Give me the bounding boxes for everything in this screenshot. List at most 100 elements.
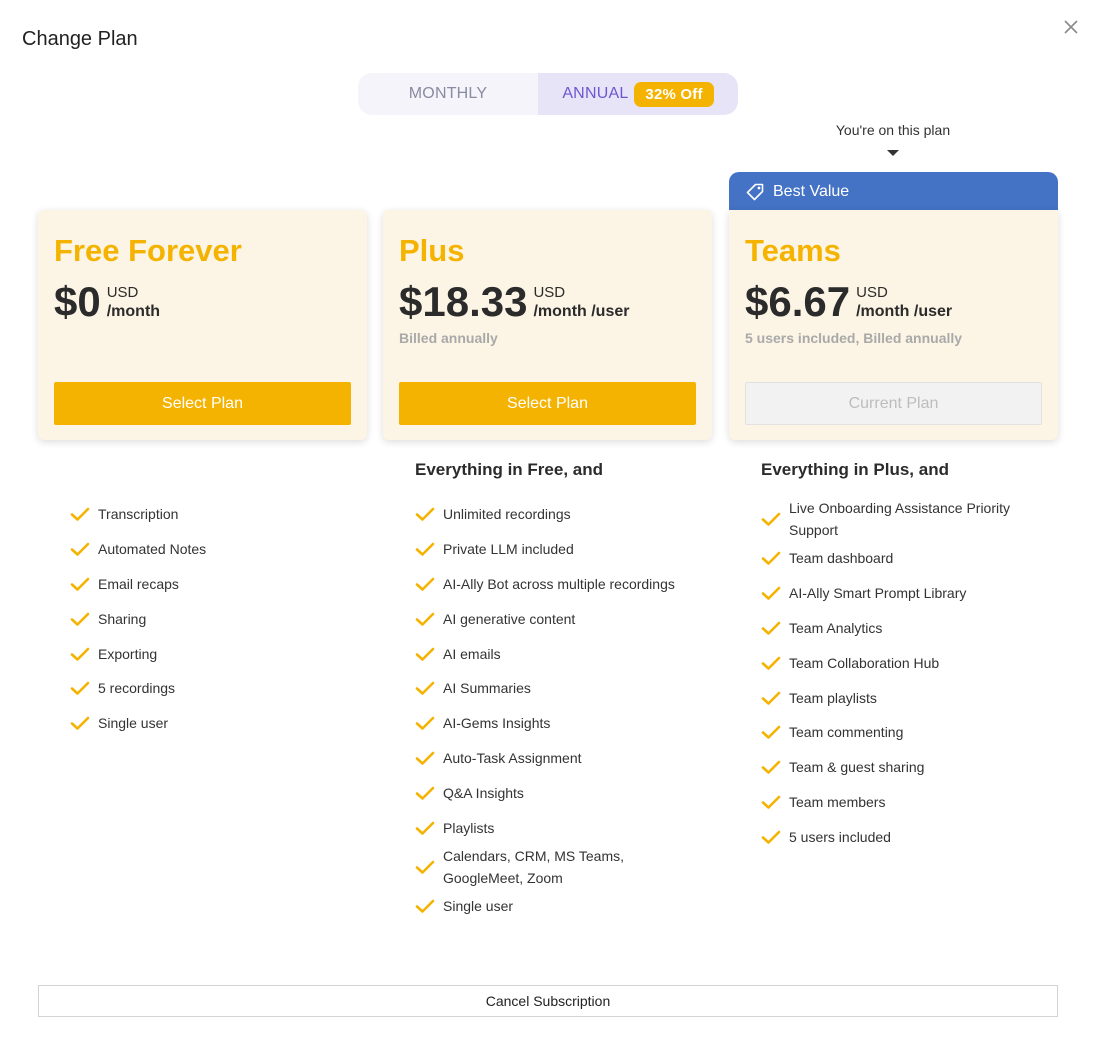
checkmark-icon xyxy=(761,690,789,706)
discount-badge: 32% Off xyxy=(634,81,714,107)
feature-item: Team & guest sharing xyxy=(761,750,1031,785)
plan-card-teams: Teams $6.67 USD /month /user 5 users inc… xyxy=(729,210,1058,440)
features-heading-plus: Everything in Free, and xyxy=(415,460,603,479)
feature-item: Team dashboard xyxy=(761,541,1031,576)
feature-item: Transcription xyxy=(70,497,360,532)
feature-label: AI-Gems Insights xyxy=(443,715,551,732)
checkmark-icon xyxy=(415,680,443,696)
feature-label: Automated Notes xyxy=(98,541,207,558)
plan-name: Teams xyxy=(745,233,841,268)
close-button[interactable] xyxy=(1061,17,1081,37)
checkmark-icon xyxy=(761,511,789,527)
best-value-label: Best Value xyxy=(773,183,850,200)
checkmark-icon xyxy=(761,585,789,601)
checkmark-icon xyxy=(415,646,443,662)
checkmark-icon xyxy=(761,794,789,810)
feature-label: Single user xyxy=(443,898,514,915)
feature-item: Playlists xyxy=(415,810,705,845)
feature-label: AI generative content xyxy=(443,610,576,627)
checkmark-icon xyxy=(761,829,789,845)
annual-option[interactable]: ANNUAL 32% Off xyxy=(538,73,738,115)
price-row: $6.67 USD /month /user xyxy=(745,280,952,324)
billing-note: Billed annually xyxy=(399,330,498,346)
feature-label: Private LLM included xyxy=(443,541,574,558)
current-plan-button[interactable]: Current Plan xyxy=(745,382,1042,425)
feature-label: Sharing xyxy=(98,610,147,627)
feature-item: Auto-Task Assignment xyxy=(415,741,705,776)
checkmark-icon xyxy=(415,541,443,557)
feature-label: Transcription xyxy=(98,506,179,523)
checkmark-icon xyxy=(761,655,789,671)
price-period: /month /user xyxy=(533,303,630,320)
feature-item: Email recaps xyxy=(70,567,360,602)
checkmark-icon xyxy=(761,724,789,740)
feature-item: Live Onboarding Assistance Priority Supp… xyxy=(761,497,1031,541)
plan-price: $18.33 xyxy=(399,278,528,325)
plan-card-plus: Plus $18.33 USD /month /user Billed annu… xyxy=(383,210,712,440)
checkmark-icon xyxy=(415,859,443,875)
feature-label: Q&A Insights xyxy=(443,784,524,801)
price-currency: USD xyxy=(856,284,888,301)
page-title: Change Plan xyxy=(22,28,138,50)
price-currency: USD xyxy=(106,284,139,301)
feature-item: 5 users included xyxy=(761,819,1031,854)
feature-item: Unlimited recordings xyxy=(415,497,705,532)
caret-down-icon xyxy=(887,150,899,156)
feature-label: Exporting xyxy=(98,645,158,662)
checkmark-icon xyxy=(761,759,789,775)
feature-item: Team Analytics xyxy=(761,611,1031,646)
feature-label: 5 users included xyxy=(789,828,891,845)
feature-item: Exporting xyxy=(70,636,360,671)
feature-list-free: Transcription Automated Notes Email recaps… xyxy=(70,497,360,741)
checkmark-icon xyxy=(415,750,443,766)
feature-label: AI emails xyxy=(443,645,501,662)
feature-item: AI Summaries xyxy=(415,671,705,706)
feature-label: AI-Ally Smart Prompt Library xyxy=(789,585,967,602)
feature-label: Playlists xyxy=(443,819,495,836)
checkmark-icon xyxy=(761,620,789,636)
feature-item: Team commenting xyxy=(761,715,1031,750)
feature-item: 5 recordings xyxy=(70,671,360,706)
checkmark-icon xyxy=(415,898,443,914)
checkmark-icon xyxy=(70,646,98,662)
feature-item: AI-Ally Bot across multiple recordings xyxy=(415,567,705,602)
feature-list-plus: Unlimited recordings Private LLM included… xyxy=(415,497,705,924)
checkmark-icon xyxy=(415,785,443,801)
checkmark-icon xyxy=(70,680,98,696)
feature-label: Email recaps xyxy=(98,575,179,592)
feature-label: Calendars, CRM, MS Teams, GoogleMeet, Zo… xyxy=(443,847,625,886)
feature-label: Live Onboarding Assistance Priority Supp… xyxy=(789,500,1010,538)
plan-price: $0 xyxy=(54,278,101,325)
checkmark-icon xyxy=(415,506,443,522)
feature-item: Team playlists xyxy=(761,680,1031,715)
feature-label: AI Summaries xyxy=(443,680,531,697)
monthly-option[interactable]: MONTHLY xyxy=(358,73,538,115)
cancel-subscription-button[interactable]: Cancel Subscription xyxy=(38,985,1058,1017)
feature-list-teams: Live Onboarding Assistance Priority Supp… xyxy=(761,497,1031,854)
plan-name: Plus xyxy=(399,233,465,268)
checkmark-icon xyxy=(415,611,443,627)
feature-item: Sharing xyxy=(70,601,360,636)
feature-item: AI-Ally Smart Prompt Library xyxy=(761,576,1031,611)
feature-label: Single user xyxy=(98,715,169,732)
feature-item: Team members xyxy=(761,785,1031,820)
checkmark-icon xyxy=(415,576,443,592)
feature-label: Unlimited recordings xyxy=(443,506,571,523)
feature-label: Auto-Task Assignment xyxy=(443,749,582,766)
feature-label: Team dashboard xyxy=(789,550,894,567)
feature-label: Team members xyxy=(789,793,886,810)
select-plan-button-free[interactable]: Select Plan xyxy=(54,382,351,425)
feature-label: Team commenting xyxy=(789,724,904,741)
checkmark-icon xyxy=(70,506,98,522)
feature-item: Team Collaboration Hub xyxy=(761,645,1031,680)
checkmark-icon xyxy=(70,576,98,592)
current-plan-note: You're on this plan xyxy=(835,122,951,138)
feature-item: Private LLM included xyxy=(415,532,705,567)
checkmark-icon xyxy=(761,550,789,566)
select-plan-button-plus[interactable]: Select Plan xyxy=(399,382,696,425)
billing-period-toggle: MONTHLY ANNUAL 32% Off xyxy=(358,73,738,115)
feature-label: Team playlists xyxy=(789,689,877,706)
price-currency: USD xyxy=(533,284,566,301)
price-row: $18.33 USD /month /user xyxy=(399,280,629,324)
checkmark-icon xyxy=(70,715,98,731)
